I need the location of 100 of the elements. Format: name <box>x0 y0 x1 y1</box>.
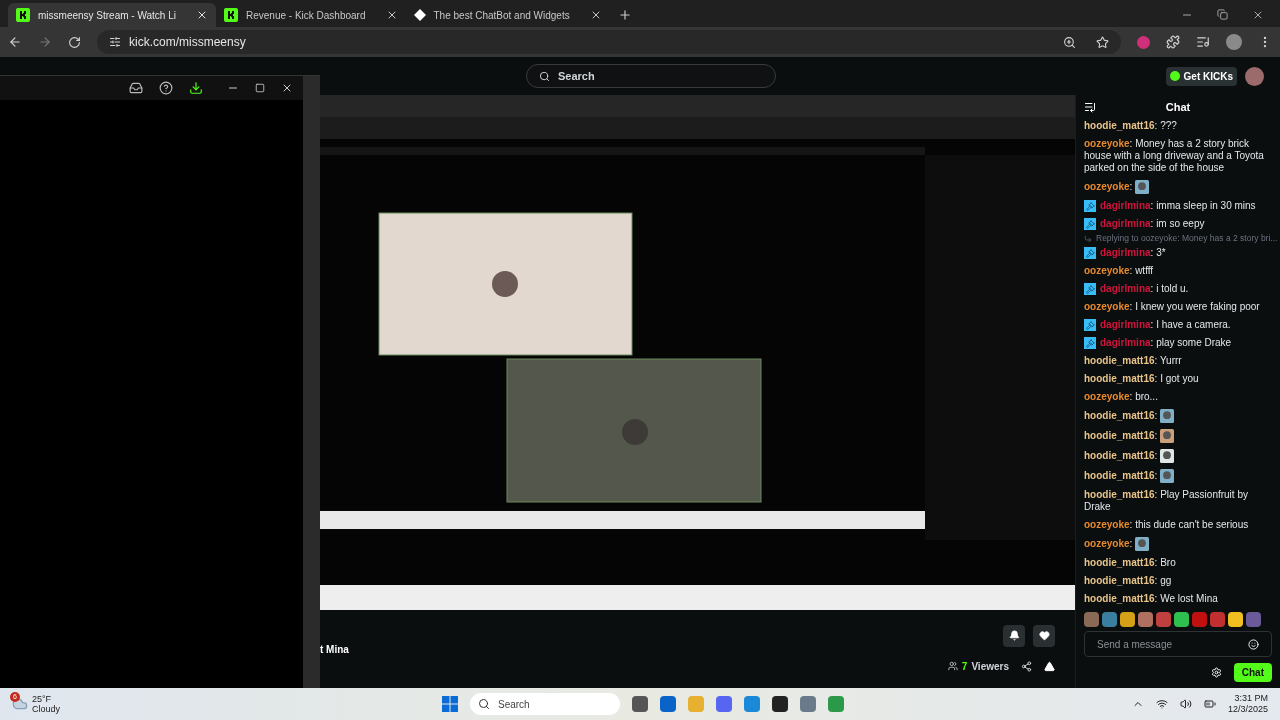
bookmark-icon[interactable] <box>1096 35 1109 49</box>
emote-image <box>1160 429 1175 443</box>
emote-image[interactable] <box>1174 612 1189 627</box>
emote-image <box>1135 180 1150 194</box>
emote-image <box>1160 409 1175 423</box>
hammer-badge-icon <box>1084 218 1096 230</box>
taskbar-app-icon[interactable] <box>772 696 788 712</box>
emote-image[interactable] <box>1192 612 1207 627</box>
emote-image <box>1160 469 1175 483</box>
get-kicks-button[interactable]: Get KICKs <box>1165 66 1237 86</box>
chat-message: oozeyoke: Money has a 2 story brick house with a long driveway and a Toyota parked on the side of the house <box>1084 138 1265 174</box>
emote-image[interactable] <box>1210 612 1225 627</box>
back-icon[interactable] <box>8 35 22 49</box>
emote-image[interactable] <box>1120 612 1135 627</box>
emote-image[interactable] <box>1138 612 1153 627</box>
chat-settings-icon[interactable] <box>1210 667 1222 678</box>
site-settings-icon <box>109 36 121 48</box>
chat-message: hoodie_matt16: Yurrr <box>1084 355 1182 367</box>
chat-message: oozeyoke: <box>1084 180 1150 194</box>
new-tab-icon[interactable] <box>617 8 632 22</box>
user-avatar[interactable] <box>1245 66 1264 86</box>
clock-time: 3:31 PM <box>1234 693 1268 704</box>
taskbar-app-icon[interactable] <box>660 696 676 712</box>
chat-message: hoodie_matt16: <box>1084 429 1175 443</box>
emote-image <box>1135 537 1150 551</box>
inbox-icon[interactable] <box>129 81 143 95</box>
message-input[interactable]: Send a message <box>1084 631 1272 657</box>
battery-icon[interactable] <box>1203 698 1216 710</box>
taskbar-search[interactable]: Search <box>470 693 620 715</box>
viewer-count: 7 Viewers <box>947 658 1009 674</box>
maximize-icon[interactable] <box>255 83 265 93</box>
chat-message: hoodie_matt16: ??? <box>1084 120 1177 132</box>
chat-message: hoodie_matt16: We lost Mina <box>1084 593 1218 605</box>
bell-icon <box>1008 630 1020 641</box>
reply-icon <box>1084 234 1092 243</box>
restore-icon[interactable] <box>1217 9 1228 20</box>
search-icon <box>478 698 490 710</box>
emote-image[interactable] <box>1228 612 1243 627</box>
chat-message: oozeyoke: I knew you were faking poor <box>1084 301 1260 313</box>
notify-button[interactable] <box>1003 624 1025 647</box>
chat-message: hoodie_matt16: <box>1084 409 1175 423</box>
chat-message: hoodie_matt16: <box>1084 469 1175 483</box>
address-field[interactable]: kick.com/missmeensy <box>97 30 1121 54</box>
users-icon <box>947 661 958 671</box>
weather-condition: Cloudy <box>32 704 60 714</box>
chat-message: dagirlmina: i told u. <box>1100 283 1189 295</box>
help-icon[interactable] <box>159 81 173 95</box>
start-icon[interactable] <box>442 696 458 712</box>
emoji-icon[interactable] <box>1248 638 1259 650</box>
emote-image[interactable] <box>1084 612 1099 627</box>
browser-tab[interactable]: The best ChatBot and Widgets <box>405 3 610 27</box>
heart-icon <box>1038 630 1050 641</box>
hammer-badge-icon <box>1084 200 1096 212</box>
chat-message: oozeyoke: wtfff <box>1084 265 1154 277</box>
download-icon[interactable] <box>189 81 203 95</box>
reload-icon[interactable] <box>68 35 81 49</box>
extensions-icon[interactable] <box>1166 35 1180 49</box>
forward-icon[interactable] <box>38 35 52 49</box>
chat-message: hoodie_matt16: gg <box>1084 575 1172 587</box>
close-icon[interactable] <box>281 82 293 94</box>
taskbar-app-icon[interactable] <box>632 696 648 712</box>
close-tab-icon[interactable] <box>196 9 208 21</box>
hammer-badge-icon <box>1084 337 1096 349</box>
media-icon[interactable] <box>1196 35 1210 49</box>
search-icon <box>539 70 550 82</box>
temperature: 25°F <box>32 694 53 704</box>
close-icon[interactable] <box>1252 9 1264 21</box>
chat-message: dagirlmina: I have a camera. <box>1100 319 1231 331</box>
chat-title: Chat <box>1164 99 1192 115</box>
hammer-badge-icon <box>1084 247 1096 259</box>
zoom-icon[interactable] <box>1063 35 1076 49</box>
hammer-badge-icon <box>1084 319 1096 331</box>
emote-image[interactable] <box>1102 612 1117 627</box>
follow-button[interactable] <box>1033 624 1055 647</box>
reply-preview: Replying to oozeyoke: Money has a 2 story bri... <box>1096 233 1278 244</box>
volume-icon[interactable] <box>1179 698 1192 710</box>
chat-message: dagirlmina: im so eepy <box>1100 218 1205 230</box>
chat-message: oozeyoke: this dude can't be serious <box>1084 519 1249 531</box>
emote-image[interactable] <box>1156 612 1171 627</box>
emote-image[interactable] <box>1246 612 1261 627</box>
chat-message: dagirlmina: imma sleep in 30 mins <box>1100 200 1256 212</box>
extension-icon[interactable] <box>1137 35 1150 49</box>
clock-date: 12/3/2025 <box>1227 704 1268 715</box>
browser-tab[interactable]: missmeensy Stream - Watch Li <box>8 3 216 27</box>
send-chat-button[interactable]: Chat <box>1233 663 1272 682</box>
hammer-badge-icon <box>1084 283 1096 295</box>
share-icon[interactable] <box>1021 660 1032 672</box>
chat-message: hoodie_matt16: Bro <box>1084 557 1176 569</box>
search-field[interactable]: Search <box>526 64 776 88</box>
browser-tab[interactable]: Revenue - Kick Dashboard <box>216 3 406 27</box>
chat-message: hoodie_matt16: Play Passionfruit by Drake <box>1084 489 1249 513</box>
diamond-icon <box>413 9 426 21</box>
kick-logo-icon <box>16 8 30 22</box>
emote-image <box>1160 449 1175 463</box>
report-icon[interactable] <box>1044 660 1055 672</box>
chat-message: hoodie_matt16: I got you <box>1084 373 1199 385</box>
stream-title: t Mina <box>320 642 349 657</box>
collapse-chat-icon[interactable] <box>1084 101 1096 113</box>
profile-avatar[interactable] <box>1226 34 1242 50</box>
wifi-icon[interactable] <box>1155 698 1168 710</box>
